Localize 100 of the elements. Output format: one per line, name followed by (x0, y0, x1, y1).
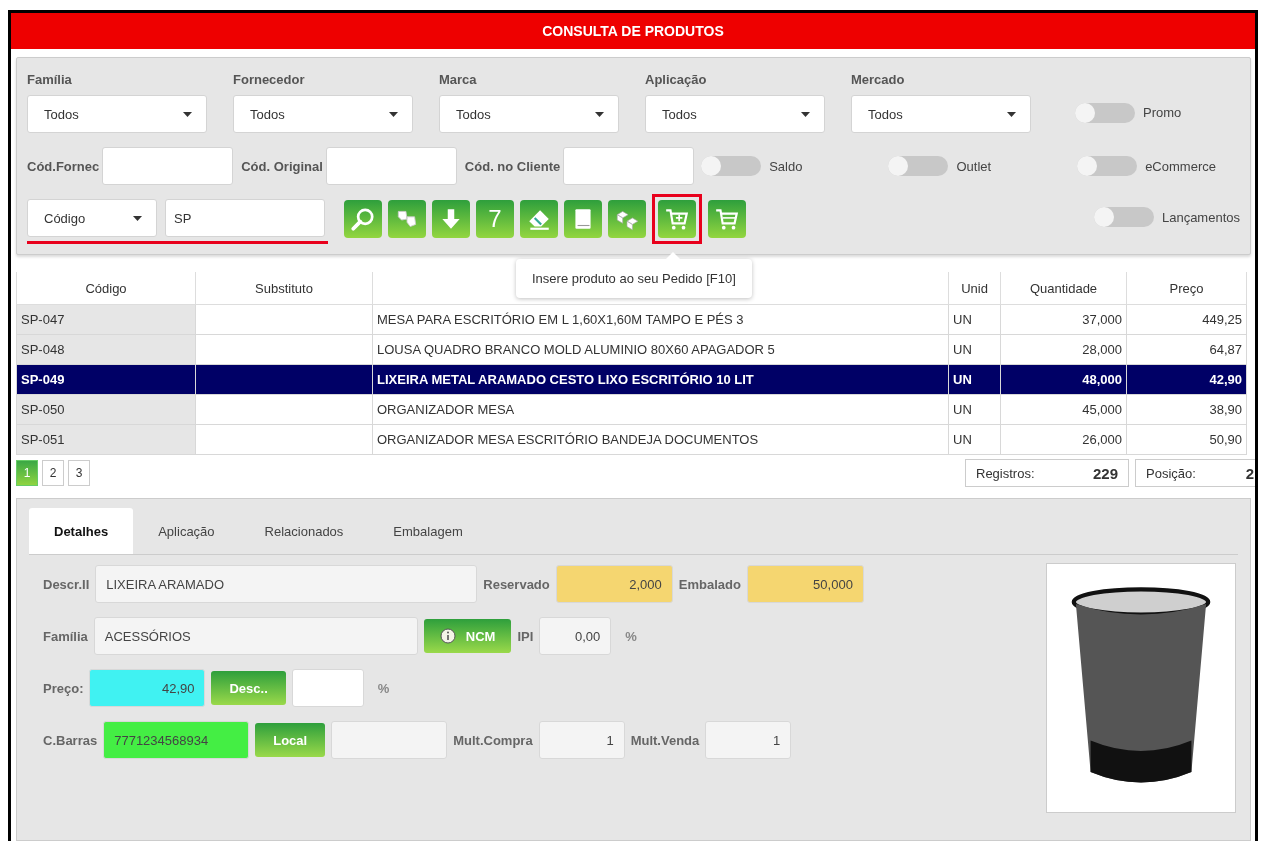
input-field[interactable]: 50,000 (746, 565, 864, 603)
dropdown[interactable]: Todos (233, 95, 413, 133)
input-field[interactable]: 7771234568934 (103, 721, 250, 759)
field-label: Mercado (851, 72, 906, 87)
toolbar-button[interactable] (344, 200, 382, 238)
search-icon (350, 206, 376, 232)
field-label: Cód. Original (241, 158, 323, 174)
column-header: Quantidade (1000, 272, 1127, 305)
field-label: Mult.Venda (630, 732, 700, 748)
tab[interactable]: Relacionados (239, 508, 369, 554)
dropdown[interactable]: Todos (645, 95, 825, 133)
toolbar-button[interactable] (658, 200, 696, 238)
dropdown[interactable]: Código (27, 199, 157, 237)
table-cell: 449,25 (1126, 304, 1247, 335)
toolbar-button[interactable] (388, 200, 426, 238)
caret-icon (595, 111, 604, 117)
input-field[interactable]: 1 (538, 721, 625, 759)
cart-plus-icon (664, 206, 690, 232)
input-field[interactable]: 2,000 (555, 565, 673, 603)
tab[interactable]: Embalagem (368, 508, 488, 554)
tab[interactable]: Aplicação (133, 508, 240, 554)
field-label: Família (27, 72, 73, 87)
input-field[interactable]: 0,00 (539, 617, 612, 655)
column-header: Substituto (195, 272, 373, 305)
input-field[interactable]: ACESSÓRIOS (93, 617, 418, 655)
window-title: CONSULTA DE PRODUTOS (542, 23, 724, 39)
column-header: Unid (948, 272, 1001, 305)
input-field[interactable]: LIXEIRA ARAMADO (95, 565, 478, 603)
toggle-label: Outlet (956, 158, 992, 174)
dropdown-value: Todos (868, 106, 903, 122)
dropdown-value: Todos (456, 106, 491, 122)
toggle-switch[interactable] (1075, 102, 1135, 123)
table-cell: UN (948, 424, 1001, 455)
table-cell: 42,90 (1126, 364, 1247, 395)
input-field[interactable] (563, 147, 695, 185)
input-field[interactable] (325, 147, 457, 185)
info-icon (439, 628, 456, 644)
input-field[interactable] (102, 147, 234, 185)
toolbar-button[interactable] (520, 200, 558, 238)
input-field[interactable]: 1 (705, 721, 792, 759)
toggle-label: Saldo (769, 158, 803, 174)
selected-row[interactable]: SP-049 LIXEIRA METAL ARAMADO CESTO LIXO ESCRITÓRIO 10 LIT UN 48,000 42,90 (16, 364, 1247, 395)
field-label: Aplicação (645, 72, 708, 87)
caret-icon (389, 111, 398, 117)
field-label: Família (43, 628, 88, 644)
toggle-switch[interactable] (701, 156, 762, 176)
input-field[interactable] (331, 721, 448, 759)
field-label: Embalado (678, 576, 741, 592)
table-cell: SP-049 (16, 364, 196, 395)
field-label: Cód. no Cliente (464, 158, 561, 174)
dropdown-value: Todos (250, 106, 285, 122)
field-label: Fornecedor (233, 72, 306, 87)
unit-label: % (377, 680, 390, 696)
table-cell: 38,90 (1126, 394, 1247, 425)
column-header: Preço (1126, 272, 1247, 305)
field-label: IPI (517, 628, 534, 644)
caret-icon (133, 215, 142, 221)
toggle-switch[interactable] (1077, 156, 1138, 176)
dropdown[interactable]: Todos (27, 95, 207, 133)
toggle-label: eCommerce (1145, 158, 1216, 174)
table-cell: UN (948, 304, 1001, 335)
table-cell: UN (948, 394, 1001, 425)
dropdown-value: Todos (44, 106, 79, 122)
table-cell: ORGANIZADOR MESA ESCRITÓRIO BANDEJA DOCUMENTOS (372, 424, 949, 455)
search-field[interactable]: SP (165, 199, 325, 237)
table-cell: MESA PARA ESCRITÓRIO EM L 1,60X1,60M TAMPO E PÉS 3 (372, 304, 949, 335)
toggle-switch[interactable] (888, 156, 949, 176)
tab[interactable]: Detalhes (29, 508, 134, 554)
toolbar-button[interactable] (432, 200, 470, 238)
stat-value: 229 (1092, 464, 1118, 482)
stat-label: Posição: (1146, 465, 1196, 481)
column-header: Código (16, 272, 196, 305)
table-cell: 50,90 (1126, 424, 1247, 455)
input-field[interactable]: 42,90 (89, 669, 206, 707)
input-field[interactable] (291, 669, 364, 707)
toggle-label: Lançamentos (1161, 209, 1240, 225)
table-cell: 28,000 (1000, 334, 1127, 365)
dropdown[interactable]: Todos (439, 95, 619, 133)
toolbar-button[interactable] (564, 200, 602, 238)
caret-icon (183, 111, 192, 117)
dropdown-value: Todos (662, 106, 697, 122)
page-button[interactable]: 2 (42, 460, 64, 486)
cart-icon (714, 206, 740, 232)
stat-label: Registros: (976, 465, 1035, 481)
toolbar-button[interactable] (608, 200, 646, 238)
dropdown[interactable]: Todos (851, 95, 1031, 133)
unit-label: % (625, 628, 637, 644)
field-label: Marca (439, 72, 478, 87)
table-cell: SP-048 (16, 334, 196, 365)
tooltip: Insere produto ao seu Pedido [F10] (516, 259, 752, 298)
table-cell: SP-047 (16, 304, 196, 335)
table-cell: SP-051 (16, 424, 196, 455)
field-label: Descr.II (43, 576, 90, 592)
table-cell: UN (948, 364, 1001, 395)
table-cell: LOUSA QUADRO BRANCO MOLD ALUMINIO 80X60 APAGADOR 5 (372, 334, 949, 365)
field-label: Cód.Fornec (27, 158, 100, 174)
toggle-switch[interactable] (1093, 207, 1154, 227)
toolbar-button[interactable] (708, 200, 746, 238)
page-button[interactable]: 3 (68, 460, 90, 486)
table-cell: 26,000 (1000, 424, 1127, 455)
